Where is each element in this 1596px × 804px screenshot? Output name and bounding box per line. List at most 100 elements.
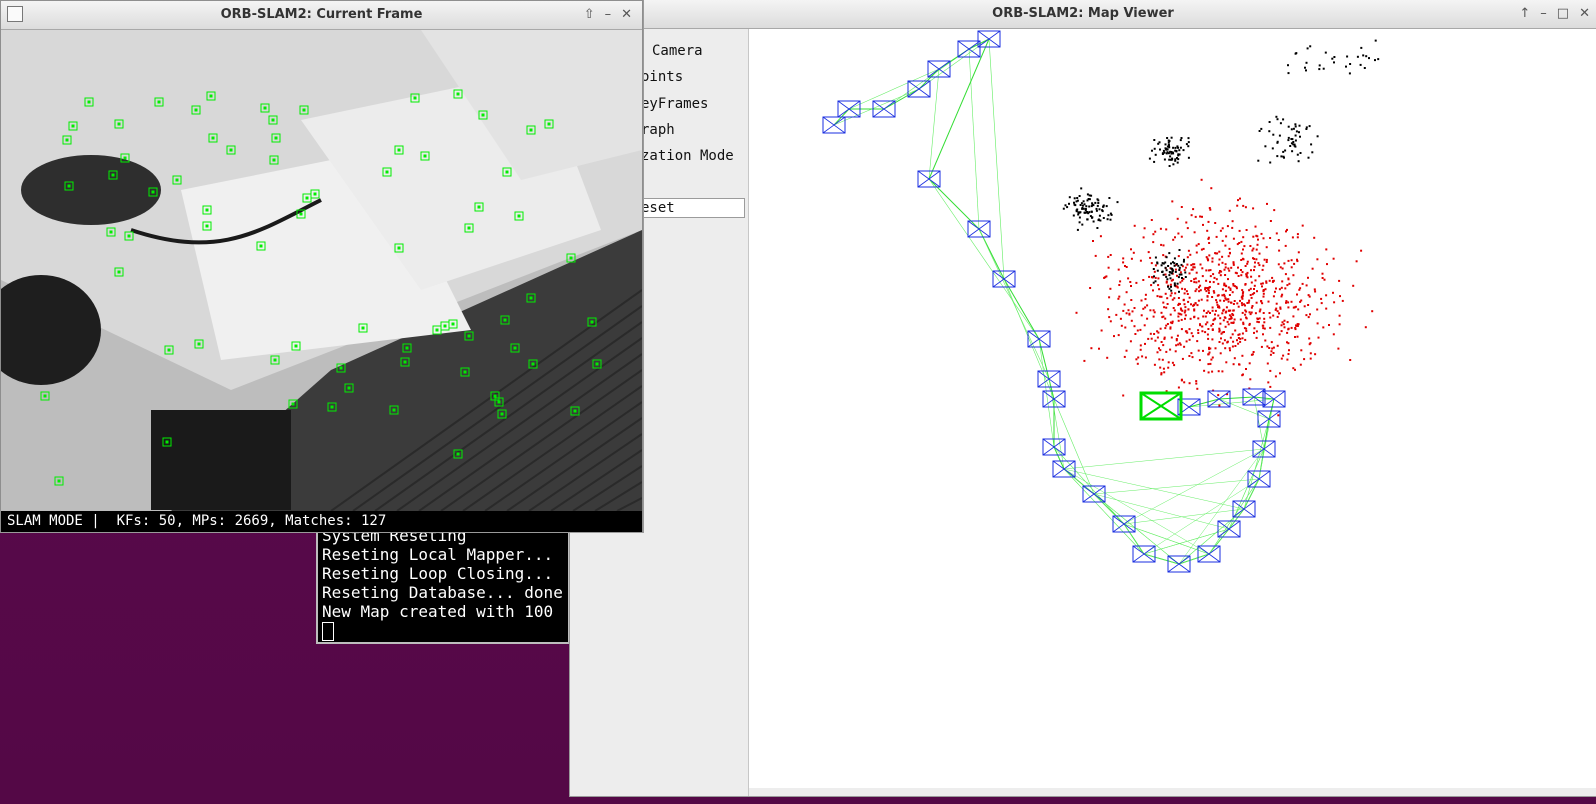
map-point-local — [1244, 206, 1247, 209]
reset-button[interactable]: eset — [638, 198, 745, 218]
map-point-local — [1278, 312, 1280, 315]
feature-point-center — [274, 136, 278, 140]
map-viewer-titlebar[interactable]: ORB-SLAM2: Map Viewer ↑ – □ ✕ — [570, 0, 1596, 29]
map-point-global — [1105, 205, 1108, 208]
map-point-global — [1096, 204, 1099, 207]
map-point-global — [1179, 146, 1182, 149]
map-point-global — [1176, 145, 1179, 148]
map-viewer-window[interactable]: ORB-SLAM2: Map Viewer ↑ – □ ✕ Camera oin… — [570, 0, 1596, 796]
map-point-global — [1282, 150, 1285, 153]
minimize-icon[interactable]: – — [605, 1, 612, 29]
close-icon[interactable]: ✕ — [621, 1, 632, 29]
feature-point-center — [517, 214, 521, 218]
map-point-local — [1288, 282, 1291, 285]
map-point-local — [1157, 331, 1160, 334]
map-point-global — [1076, 228, 1079, 231]
map-point-local — [1107, 308, 1110, 311]
map-3d-view[interactable] — [749, 29, 1596, 788]
map-point-local — [1147, 251, 1150, 254]
map-point-global — [1178, 149, 1181, 152]
map-point-local — [1236, 204, 1239, 207]
raise-window-icon[interactable]: ↑ — [1519, 0, 1530, 28]
map-point-global — [1170, 151, 1173, 153]
map-point-global — [1279, 122, 1282, 125]
menu-localization-mode[interactable]: zation Mode — [641, 148, 734, 164]
map-point-local — [1207, 220, 1210, 223]
map-point-local — [1257, 262, 1260, 265]
feature-point-center — [67, 184, 71, 188]
map-point-global — [1178, 290, 1180, 293]
map-point-global — [1090, 210, 1093, 213]
map-point-global — [1311, 151, 1314, 154]
map-point-local — [1265, 281, 1268, 284]
map-point-local — [1176, 274, 1178, 277]
map-point-local — [1195, 380, 1198, 383]
map-point-local — [1277, 414, 1280, 417]
map-point-global — [1066, 206, 1069, 209]
minimize-icon[interactable]: – — [1540, 0, 1547, 28]
map-point-global — [1180, 137, 1183, 139]
map-canvas[interactable] — [749, 29, 1596, 788]
map-point-local — [1198, 359, 1201, 362]
map-point-global — [1173, 257, 1176, 260]
map-point-local — [1272, 352, 1275, 354]
map-point-local — [1287, 342, 1290, 345]
map-point-local — [1225, 306, 1228, 309]
map-point-local — [1232, 283, 1235, 285]
map-point-local — [1231, 220, 1234, 223]
raise-window-icon[interactable]: ⇧ — [584, 1, 595, 29]
map-point-global — [1318, 68, 1321, 71]
window-menu-icon[interactable] — [7, 6, 23, 22]
map-point-global — [1333, 61, 1335, 64]
map-point-local — [1231, 333, 1234, 336]
map-point-local — [1200, 298, 1203, 301]
current-frame-titlebar[interactable]: ORB-SLAM2: Current Frame ⇧ – ✕ — [1, 1, 642, 30]
map-point-local — [1252, 207, 1255, 210]
map-point-local — [1140, 314, 1143, 317]
map-point-local — [1281, 321, 1284, 324]
terminal-line: New Map created with 100 — [322, 602, 554, 621]
graph-edge — [1063, 468, 1245, 510]
close-icon[interactable]: ✕ — [1579, 0, 1590, 28]
map-point-global — [1091, 202, 1094, 205]
map-point-local — [1153, 363, 1156, 366]
map-point-local — [1200, 178, 1203, 181]
maximize-icon[interactable]: □ — [1557, 0, 1569, 28]
map-point-local — [1125, 312, 1128, 315]
map-point-local — [1192, 208, 1195, 211]
current-frame-window[interactable]: ORB-SLAM2: Current Frame ⇧ – ✕ SLAM MODE… — [0, 0, 643, 532]
map-point-global — [1168, 165, 1171, 167]
map-point-local — [1193, 308, 1196, 311]
map-point-global — [1178, 273, 1181, 276]
menu-show-points[interactable]: oints — [641, 69, 683, 85]
menu-show-graph[interactable]: raph — [641, 122, 675, 138]
map-point-local — [1237, 266, 1239, 269]
map-point-local — [1229, 287, 1232, 290]
map-point-global — [1151, 149, 1153, 152]
map-point-local — [1103, 276, 1106, 279]
map-point-local — [1205, 269, 1208, 272]
terminal-window[interactable]: System Reseting Reseting Local Mapper...… — [316, 520, 570, 644]
map-point-global — [1187, 141, 1190, 144]
map-point-local — [1293, 262, 1296, 265]
feature-point-center — [209, 94, 213, 98]
map-point-local — [1233, 300, 1236, 302]
map-point-local — [1271, 347, 1274, 350]
map-point-local — [1226, 340, 1229, 343]
menu-show-keyframes[interactable]: eyFrames — [641, 96, 708, 112]
map-point-local — [1163, 306, 1166, 309]
map-point-local — [1249, 287, 1252, 290]
camera-image — [1, 30, 642, 511]
menu-follow-camera[interactable]: Camera — [652, 43, 703, 59]
map-point-global — [1168, 287, 1171, 290]
map-point-local — [1171, 361, 1174, 364]
map-point-local — [1275, 287, 1277, 290]
map-point-local — [1190, 352, 1193, 355]
map-point-global — [1258, 130, 1261, 132]
feature-point-center — [595, 362, 599, 366]
map-point-local — [1196, 304, 1199, 307]
map-point-local — [1170, 336, 1173, 339]
map-point-global — [1294, 134, 1297, 137]
map-point-local — [1094, 254, 1097, 257]
map-point-local — [1290, 326, 1293, 329]
